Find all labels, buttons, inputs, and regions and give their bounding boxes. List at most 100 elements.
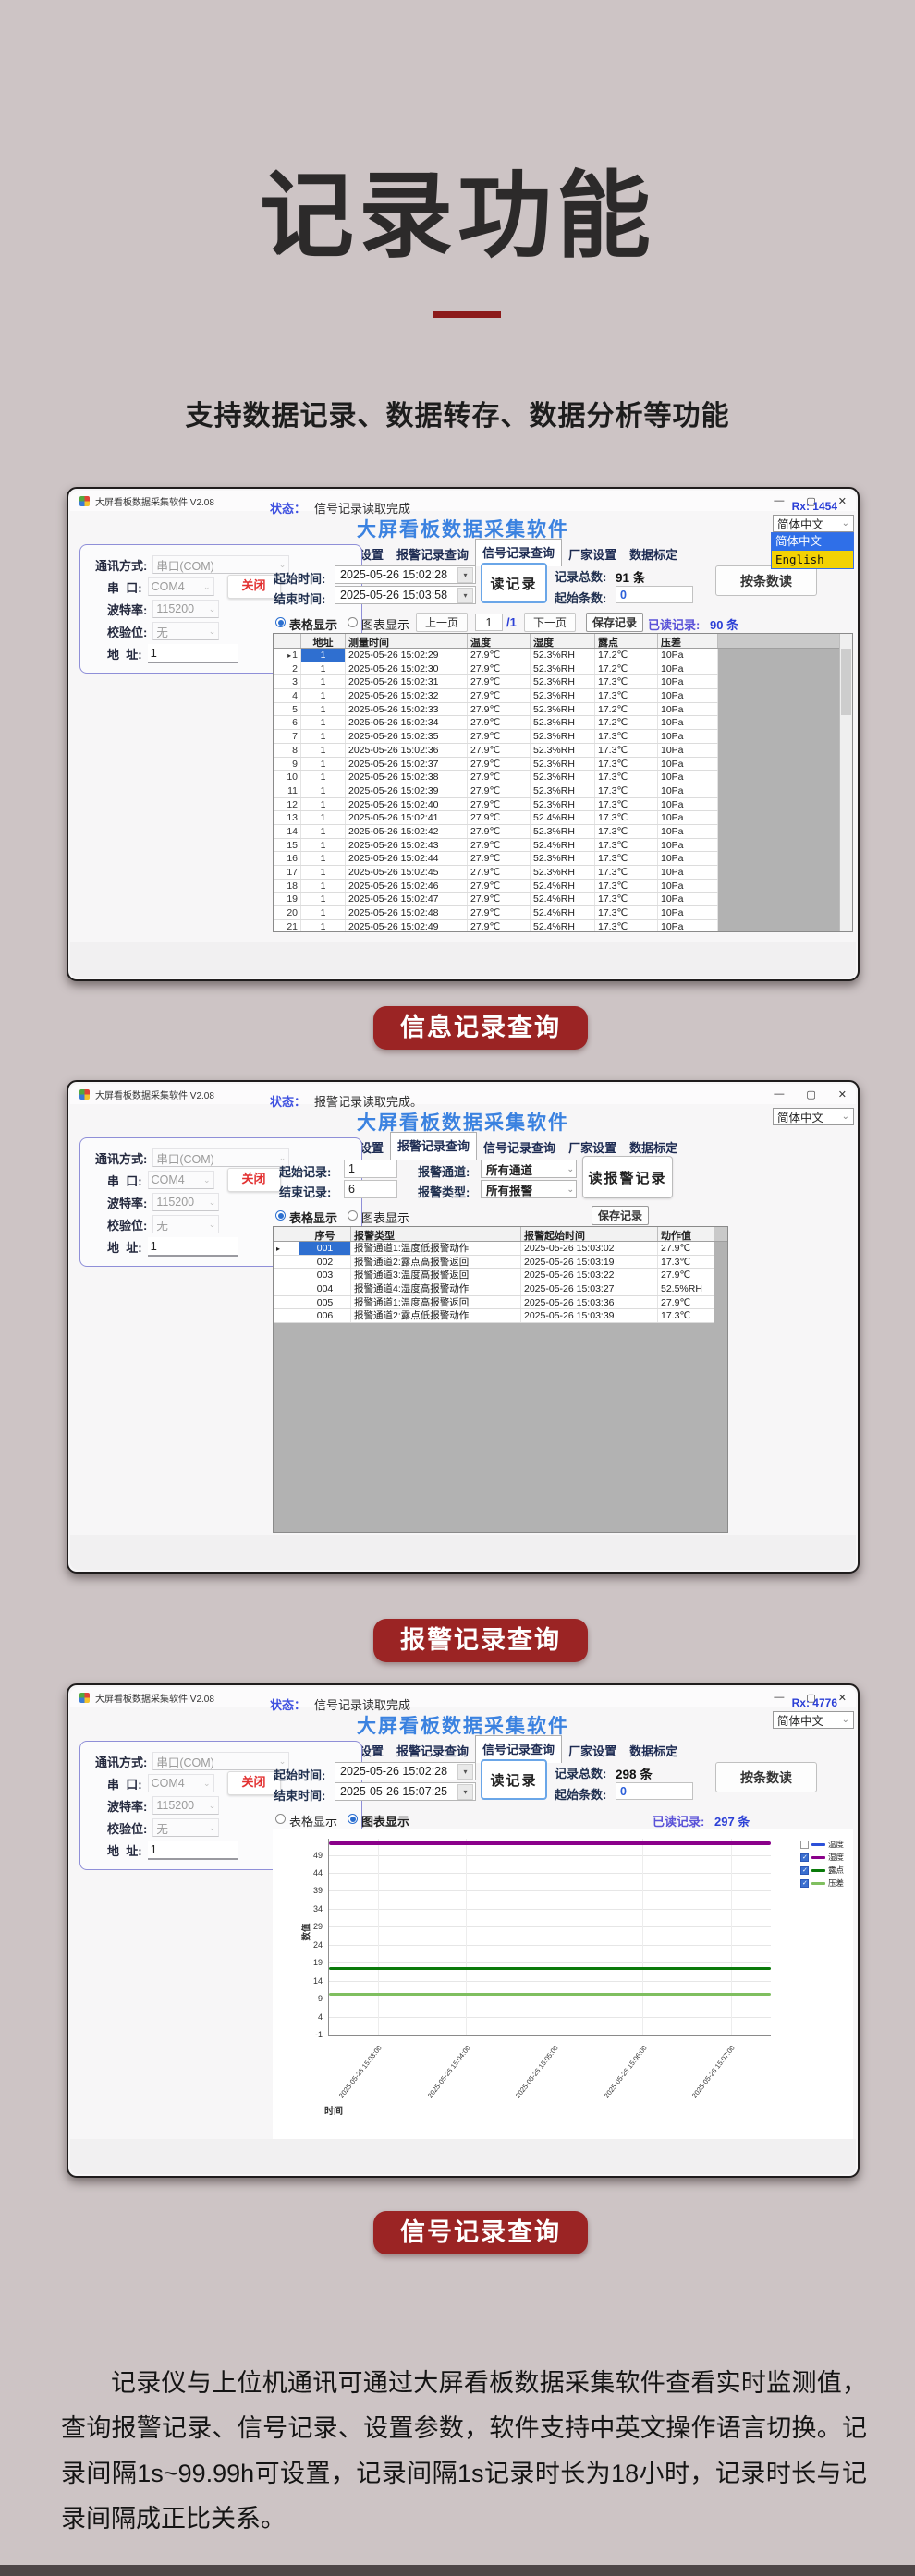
prev-page-button[interactable]: 上一页 [416,613,468,632]
port-select[interactable]: COM4⌄ [148,1774,214,1792]
baud-select[interactable]: 115200⌄ [152,600,219,618]
scrollbar-thumb[interactable] [841,649,851,715]
end-time-input[interactable]: 2025-05-26 15:03:58 ▾ [335,586,476,604]
tab[interactable]: 数据标定 [623,1740,684,1763]
close-icon[interactable]: ✕ [838,1692,847,1704]
language-select[interactable]: 简体中文 ⌄ [773,1108,854,1125]
checkbox-icon[interactable] [800,1841,809,1849]
table-view-label[interactable]: 表格显示 [289,615,337,633]
legend-item[interactable]: 温度 [800,1839,844,1850]
signal-records-table[interactable]: 地址 测量时间 温度 湿度 露点 压差 1 1 2025-05-26 15:02… [273,633,853,932]
address-input[interactable] [148,1841,238,1860]
read-records-button[interactable]: 读记录 [481,1759,547,1800]
table-row[interactable]: 13 1 2025-05-26 15:02:41 27.9℃ 52.4%RH 1… [274,811,718,825]
table-view-radio[interactable] [275,1814,286,1824]
table-row[interactable]: 20 1 2025-05-26 15:02:48 27.9℃ 52.4%RH 1… [274,906,718,920]
table-row[interactable]: 6 1 2025-05-26 15:02:34 27.9℃ 52.3%RH 17… [274,716,718,730]
vertical-scrollbar[interactable] [839,634,852,931]
port-select[interactable]: COM4⌄ [148,577,214,596]
tab[interactable]: 数据标定 [623,543,684,566]
table-row[interactable]: 16 1 2025-05-26 15:02:44 27.9℃ 52.3%RH 1… [274,852,718,866]
tab[interactable]: 厂家设置 [562,1740,623,1763]
read-by-count-button[interactable]: 按条数读 [715,565,817,596]
table-row[interactable]: 17 1 2025-05-26 15:02:45 27.9℃ 52.3%RH 1… [274,866,718,880]
maximize-icon[interactable]: ▢ [806,1088,815,1100]
calendar-dropdown-icon[interactable]: ▾ [458,1784,473,1800]
parity-select[interactable]: 无⌄ [152,1215,219,1233]
language-option-chinese[interactable]: 简体中文 [772,533,853,551]
calendar-dropdown-icon[interactable]: ▾ [458,1764,473,1780]
table-row[interactable]: 5 1 2025-05-26 15:02:33 27.9℃ 52.3%RH 17… [274,703,718,717]
table-row[interactable]: 19 1 2025-05-26 15:02:47 27.9℃ 52.4%RH 1… [274,893,718,906]
minimize-icon[interactable]: — [774,1088,784,1100]
titlebar[interactable]: 大屏看板数据采集软件 V2.08 — ▢ ✕ [70,1687,856,1707]
minimize-icon[interactable]: — [774,495,784,507]
legend-item[interactable]: 湿度 [800,1852,844,1863]
language-select[interactable]: 简体中文 ⌄ [773,515,854,532]
baud-select[interactable]: 115200⌄ [152,1796,219,1815]
comm-mode-select[interactable]: 串口(COM)⌄ [152,1148,289,1167]
baud-select[interactable]: 115200⌄ [152,1193,219,1211]
table-row[interactable]: 15 1 2025-05-26 15:02:43 27.9℃ 52.4%RH 1… [274,839,718,853]
end-time-input[interactable]: 2025-05-26 15:07:25 ▾ [335,1782,476,1801]
legend-item[interactable]: 压差 [800,1877,844,1889]
table-row[interactable]: 2 1 2025-05-26 15:02:30 27.9℃ 52.3%RH 17… [274,662,718,676]
table-row[interactable]: 14 1 2025-05-26 15:02:42 27.9℃ 52.3%RH 1… [274,825,718,839]
save-records-button[interactable]: 保存记录 [592,1206,649,1225]
save-records-button[interactable]: 保存记录 [586,613,643,632]
start-count-input[interactable] [616,586,693,603]
chart-view-radio[interactable] [348,617,358,627]
end-record-input[interactable] [344,1180,397,1198]
start-time-input[interactable]: 2025-05-26 15:02:28 ▾ [335,1762,476,1780]
page-input[interactable] [475,614,503,631]
close-port-button[interactable]: 关闭 [227,1771,281,1795]
read-records-button[interactable]: 读记录 [481,563,547,603]
close-port-button[interactable]: 关闭 [227,1168,281,1192]
titlebar[interactable]: 大屏看板数据采集软件 V2.08 — ▢ ✕ [70,1084,856,1104]
table-row[interactable]: 3 1 2025-05-26 15:02:31 27.9℃ 52.3%RH 17… [274,675,718,689]
chart-view-label[interactable]: 图表显示 [361,1209,409,1226]
port-select[interactable]: COM4⌄ [148,1171,214,1189]
start-count-input[interactable] [616,1782,693,1800]
legend-item[interactable]: 露点 [800,1865,844,1876]
checkbox-icon[interactable] [800,1866,809,1875]
close-port-button[interactable]: 关闭 [227,575,281,599]
table-row[interactable]: 003 报警通道3:温度高报警返回 2025-05-26 15:03:22 27… [274,1269,714,1282]
close-icon[interactable]: ✕ [838,1088,847,1100]
table-row[interactable]: 12 1 2025-05-26 15:02:40 27.9℃ 52.3%RH 1… [274,798,718,812]
chart-view-label[interactable]: 图表显示 [361,615,409,633]
tab[interactable]: 厂家设置 [562,543,623,566]
table-row[interactable]: 10 1 2025-05-26 15:02:38 27.9℃ 52.3%RH 1… [274,771,718,784]
table-row[interactable]: 21 1 2025-05-26 15:02:49 27.9℃ 52.4%RH 1… [274,920,718,932]
start-time-input[interactable]: 2025-05-26 15:02:28 ▾ [335,565,476,584]
table-row[interactable]: 002 报警通道2:露点高报警返回 2025-05-26 15:03:19 17… [274,1256,714,1270]
close-icon[interactable]: ✕ [838,495,847,507]
table-row[interactable]: 004 报警通道4:湿度高报警动作 2025-05-26 15:03:27 52… [274,1282,714,1296]
minimize-icon[interactable]: — [774,1692,784,1704]
table-view-radio[interactable] [275,617,286,627]
table-view-label[interactable]: 表格显示 [289,1812,337,1829]
chart-view-radio[interactable] [348,1210,358,1221]
tab[interactable]: 报警记录查询 [390,1740,475,1763]
comm-mode-select[interactable]: 串口(COM)⌄ [152,555,289,574]
alarm-records-table[interactable]: 序号 报警类型 报警起始时间 动作值 001 报警通道1:温度低报警动作 202… [273,1226,728,1533]
table-row[interactable]: 1 1 2025-05-26 15:02:29 27.9℃ 52.3%RH 17… [274,649,718,662]
chart-view-radio[interactable] [348,1814,358,1824]
table-row[interactable]: 18 1 2025-05-26 15:02:46 27.9℃ 52.4%RH 1… [274,880,718,893]
parity-select[interactable]: 无⌄ [152,1818,219,1837]
calendar-dropdown-icon[interactable]: ▾ [458,588,473,603]
checkbox-icon[interactable] [800,1879,809,1888]
table-view-label[interactable]: 表格显示 [289,1209,337,1226]
read-alarm-records-button[interactable]: 读报警记录 [582,1156,673,1198]
language-option-english[interactable]: English [772,551,853,568]
checkbox-icon[interactable] [800,1853,809,1862]
read-by-count-button[interactable]: 按条数读 [715,1762,817,1792]
calendar-dropdown-icon[interactable]: ▾ [458,567,473,583]
table-row[interactable]: 005 报警通道1:温度高报警返回 2025-05-26 15:03:36 27… [274,1296,714,1310]
language-select[interactable]: 简体中文 ⌄ [773,1711,854,1729]
tab[interactable]: 信号记录查询 [477,1136,562,1160]
table-row[interactable]: 8 1 2025-05-26 15:02:36 27.9℃ 52.3%RH 17… [274,744,718,758]
table-row[interactable]: 11 1 2025-05-26 15:02:39 27.9℃ 52.3%RH 1… [274,784,718,798]
titlebar[interactable]: 大屏看板数据采集软件 V2.08 — ▢ ✕ [70,491,856,511]
parity-select[interactable]: 无⌄ [152,622,219,640]
